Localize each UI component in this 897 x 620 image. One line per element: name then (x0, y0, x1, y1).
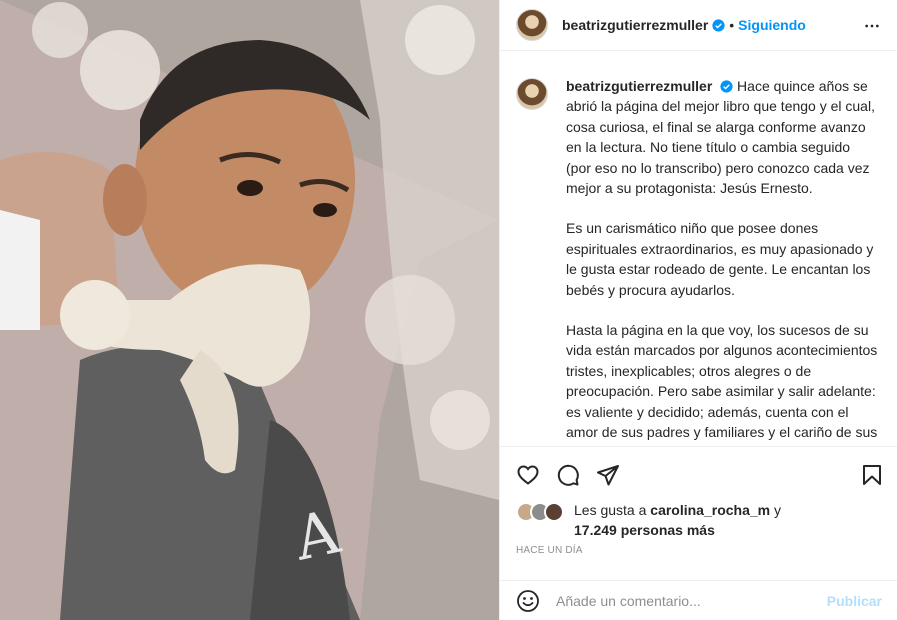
post-photo[interactable]: A (0, 0, 499, 620)
verified-badge-icon (720, 80, 733, 93)
post-timestamp[interactable]: Hace un día (516, 545, 583, 556)
comment-input[interactable] (556, 592, 827, 609)
heart-icon[interactable] (516, 463, 540, 487)
liker-username[interactable]: carolina_rocha_m (650, 502, 770, 518)
caption-area[interactable]: beatrizgutierrezmuller Hace quince años … (500, 52, 897, 445)
likes-connector: y (774, 502, 782, 518)
verified-badge-icon (712, 18, 725, 32)
author-username[interactable]: beatrizgutierrezmuller (562, 17, 708, 33)
post-actions (500, 446, 897, 496)
caption-row: beatrizgutierrezmuller Hace quince años … (516, 76, 882, 445)
likes-count[interactable]: 17.249 personas más (574, 522, 715, 538)
likers-avatars[interactable] (516, 500, 568, 522)
likes-prefix: Les gusta a (574, 502, 647, 518)
post-photo-illustration: A (0, 0, 499, 620)
caption-username[interactable]: beatrizgutierrezmuller (566, 78, 712, 94)
post-header: beatrizgutierrezmuller • Siguiendo (500, 0, 897, 51)
likes-summary: Les gusta a carolina_rocha_m y 17.249 pe… (516, 500, 886, 540)
caption-paragraph-1-text: Hace quince años se abrió la página del … (566, 78, 875, 197)
share-icon[interactable] (596, 463, 620, 487)
liker-avatar (544, 502, 564, 522)
bookmark-icon[interactable] (860, 463, 884, 487)
caption-paragraph-1: beatrizgutierrezmuller Hace quince años … (566, 76, 878, 198)
following-button[interactable]: Siguiendo (738, 17, 806, 33)
post-side-panel: beatrizgutierrezmuller • Siguiendo beatr… (499, 0, 897, 620)
author-avatar[interactable] (516, 9, 548, 41)
emoji-icon[interactable] (516, 589, 540, 613)
caption-paragraph-2: Es un carismático niño que posee dones e… (566, 220, 874, 298)
more-options-icon[interactable] (864, 18, 880, 34)
likes-text: Les gusta a carolina_rocha_m y 17.249 pe… (574, 500, 781, 540)
caption-paragraph-3: Hasta la página en la que voy, los suces… (566, 322, 878, 445)
caption-author-avatar[interactable] (516, 78, 548, 110)
separator-dot: • (729, 17, 735, 33)
publish-button[interactable]: Publicar (827, 593, 882, 609)
caption-text: beatrizgutierrezmuller Hace quince años … (566, 76, 878, 445)
comment-icon[interactable] (556, 463, 580, 487)
comment-bar: Publicar (500, 580, 897, 620)
